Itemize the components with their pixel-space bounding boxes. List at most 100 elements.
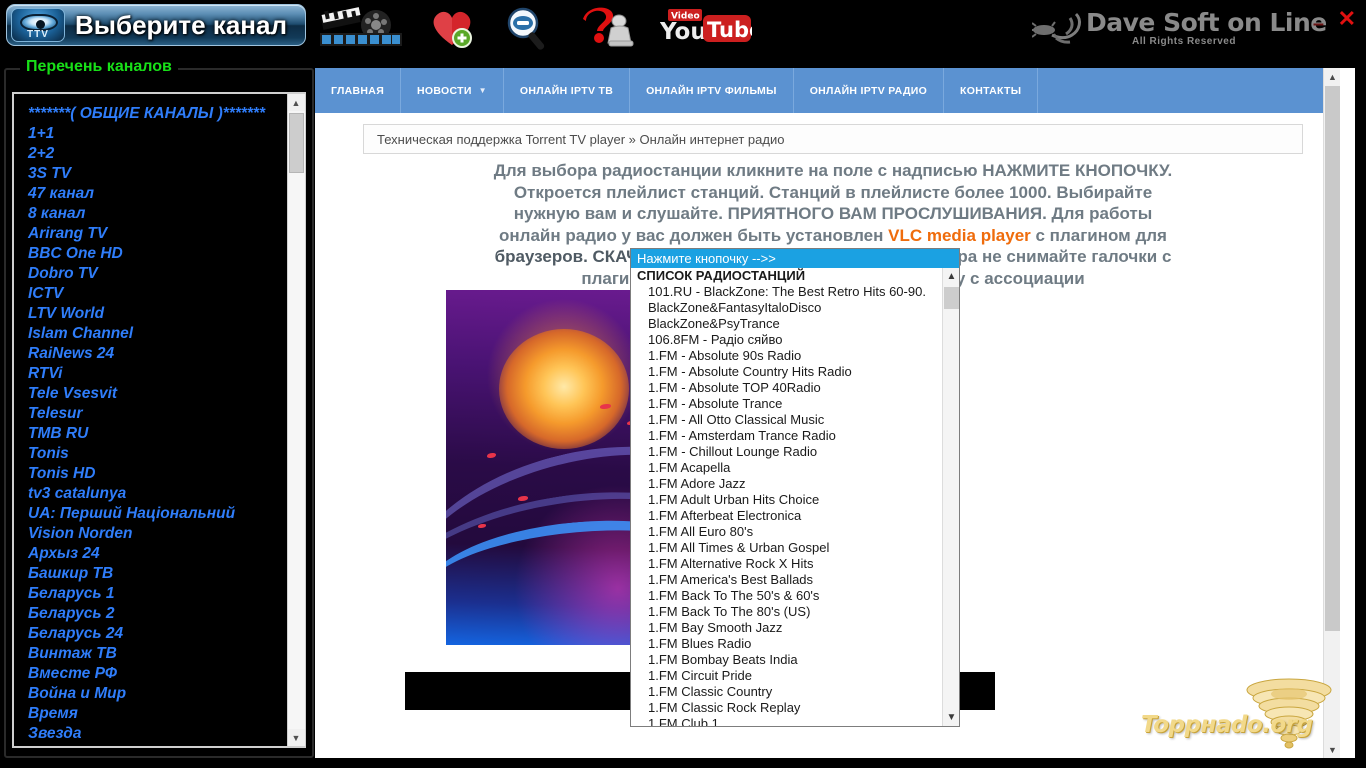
channel-item[interactable]: Беларусь 24 (28, 624, 287, 644)
channel-item[interactable]: ICTV (28, 284, 287, 304)
youtube-icon[interactable]: You Video Tube (659, 5, 763, 51)
channel-item[interactable]: 1+1 (28, 124, 287, 144)
channel-item[interactable]: LTV World (28, 304, 287, 324)
channel-item[interactable]: tv3 catalunya (28, 484, 287, 504)
dropdown-option[interactable]: 1.FM Adore Jazz (637, 476, 942, 492)
film-reel-icon[interactable] (318, 5, 404, 51)
channel-item[interactable]: BBC One HD (28, 244, 287, 264)
heart-add-icon[interactable] (426, 5, 478, 51)
dropdown-option[interactable]: 1.FM - Absolute TOP 40Radio (637, 380, 942, 396)
dropdown-option[interactable]: 101.RU - BlackZone: The Best Retro Hits … (637, 284, 942, 300)
dropdown-scroll-thumb[interactable] (944, 287, 959, 309)
channel-item[interactable]: 8 канал (28, 204, 287, 224)
dropdown-option[interactable]: 1.FM - Absolute Country Hits Radio (637, 364, 942, 380)
intro-line-2: Откроется плейлист станций. Станций в пл… (513, 182, 1153, 202)
channel-item[interactable]: Vision Norden (28, 524, 287, 544)
dropdown-option[interactable]: 1.FM Bombay Beats India (637, 652, 942, 668)
dropdown-option[interactable]: 1.FM - Chillout Lounge Radio (637, 444, 942, 460)
channel-item[interactable]: 3S TV (28, 164, 287, 184)
channel-item[interactable]: *******( ОБЩИЕ КАНАЛЫ )******* (28, 104, 287, 124)
channel-item[interactable]: Звезда (28, 724, 287, 744)
brand-logo: Dave Soft on Line All Rights Reserved (1028, 2, 1327, 54)
dropdown-option[interactable]: 1.FM - Absolute Trance (637, 396, 942, 412)
page-scroll-up-icon[interactable]: ▲ (1324, 68, 1341, 85)
dropdown-option[interactable]: 1.FM - Absolute 90s Radio (637, 348, 942, 364)
nav-item[interactable]: ОНЛАЙН IPTV РАДИО (794, 68, 945, 113)
channel-item[interactable]: Время (28, 704, 287, 724)
ttv-logo-text: TTV (27, 29, 49, 40)
dropdown-option[interactable]: 1.FM America's Best Ballads (637, 572, 942, 588)
channel-item[interactable]: Вместе РФ (28, 664, 287, 684)
channel-scroll-track[interactable] (287, 111, 305, 729)
channel-list-scrollbar[interactable]: ▲ ▼ (287, 94, 305, 746)
dropdown-option[interactable]: 1.FM Classic Country (637, 684, 942, 700)
channel-list[interactable]: *******( ОБЩИЕ КАНАЛЫ )******* 1+1 2+2 3S T… (14, 94, 287, 746)
dropdown-option[interactable]: 1.FM Back To The 50's & 60's (637, 588, 942, 604)
channel-item[interactable]: Tele Vsesvit (28, 384, 287, 404)
left-black-gutter (0, 58, 4, 768)
minimize-button[interactable]: – (1313, 14, 1324, 34)
nav-item[interactable]: ГЛАВНАЯ (315, 68, 402, 113)
intro-line-3: нужную вам и слушайте. ПРИЯТНОГО ВАМ ПРО… (513, 204, 1153, 223)
nav-item[interactable]: ОНЛАЙН IPTV ФИЛЬМЫ (630, 68, 794, 113)
channel-scroll-thumb[interactable] (288, 113, 304, 173)
nav-item-label: ОНЛАЙН IPTV РАДИО (809, 84, 928, 97)
dropdown-scroll-down-icon[interactable]: ▼ (943, 709, 959, 726)
channel-item[interactable]: Архыз 24 (28, 544, 287, 564)
svg-text:You: You (660, 19, 707, 45)
close-button[interactable]: ✕ (1338, 8, 1356, 30)
page-scroll-thumb[interactable] (1325, 86, 1340, 631)
channel-item[interactable]: Война и Мир (28, 684, 287, 704)
dropdown-scroll-up-icon[interactable]: ▲ (943, 268, 959, 285)
dropdown-scrollbar[interactable]: ▲ ▼ (942, 268, 959, 726)
dropdown-option[interactable]: 1.FM Blues Radio (637, 636, 942, 652)
vlc-player-link[interactable]: VLC media player (888, 226, 1031, 245)
channel-item[interactable]: TMB RU (28, 424, 287, 444)
channel-item[interactable]: 47 канал (28, 184, 287, 204)
channel-item[interactable]: Telesur (28, 404, 287, 424)
dropdown-option[interactable]: 1.FM Alternative Rock X Hits (637, 556, 942, 572)
channel-item[interactable]: Tonis HD (28, 464, 287, 484)
dropdown-option[interactable]: BlackZone&FantasyItaloDisco (637, 300, 942, 316)
dropdown-option[interactable]: 1.FM Adult Urban Hits Choice (637, 492, 942, 508)
search-minus-icon[interactable] (500, 5, 556, 51)
channel-item[interactable]: RaiNews 24 (28, 344, 287, 364)
dropdown-option[interactable]: 1.FM - All Otto Classical Music (637, 412, 942, 428)
channel-item[interactable]: Беларусь 2 (28, 604, 287, 624)
channel-item[interactable]: Tonis (28, 444, 287, 464)
intro-line-4-pre: онлайн радио у вас должен быть установле… (499, 225, 889, 245)
dropdown-option[interactable]: 1.FM Back To The 80's (US) (637, 604, 942, 620)
channel-item[interactable]: Dobro TV (28, 264, 287, 284)
dropdown-body: СПИСОК РАДИОСТАНЦИЙ 101.RU - BlackZone: T… (631, 268, 959, 726)
page-scroll-down-icon[interactable]: ▼ (1324, 741, 1341, 758)
channel-item[interactable]: Башкир ТВ (28, 564, 287, 584)
dropdown-option[interactable]: 1.FM Club 1 (637, 716, 942, 726)
channel-item[interactable]: Islam Channel (28, 324, 287, 344)
dropdown-option[interactable]: 1.FM All Times & Urban Gospel (637, 540, 942, 556)
dropdown-option[interactable]: 1.FM Bay Smooth Jazz (637, 620, 942, 636)
scroll-up-icon[interactable]: ▲ (287, 94, 305, 111)
help-question-icon[interactable] (578, 5, 638, 51)
dropdown-option[interactable]: BlackZone&PsyTrance (637, 316, 942, 332)
channel-item[interactable]: Беларусь 1 (28, 584, 287, 604)
dropdown-option[interactable]: 1.FM - Amsterdam Trance Radio (637, 428, 942, 444)
radio-station-dropdown[interactable]: Нажмите кнопочку -->> СПИСОК РАДИОСТАНЦИ… (630, 248, 960, 727)
channel-item[interactable]: UA: Перший Національний (28, 504, 287, 524)
dropdown-option-list[interactable]: СПИСОК РАДИОСТАНЦИЙ 101.RU - BlackZone: T… (631, 268, 942, 726)
dropdown-option[interactable]: 1.FM All Euro 80's (637, 524, 942, 540)
dropdown-option[interactable]: 1.FM Acapella (637, 460, 942, 476)
dropdown-selected-value[interactable]: Нажмите кнопочку -->> (631, 249, 959, 268)
dropdown-option[interactable]: 106.8FM - Радіо сяйво (637, 332, 942, 348)
scroll-down-icon[interactable]: ▼ (287, 729, 305, 746)
page-scrollbar[interactable]: ▲ ▼ (1323, 68, 1340, 758)
dropdown-option[interactable]: 1.FM Circuit Pride (637, 668, 942, 684)
channel-item[interactable]: RTVi (28, 364, 287, 384)
nav-item[interactable]: ОНЛАЙН IPTV ТВ (504, 68, 631, 113)
channel-item[interactable]: Arirang TV (28, 224, 287, 244)
dropdown-option[interactable]: 1.FM Afterbeat Electronica (637, 508, 942, 524)
nav-item[interactable]: КОНТАКТЫ (944, 68, 1039, 113)
dropdown-option[interactable]: 1.FM Classic Rock Replay (637, 700, 942, 716)
channel-item[interactable]: 2+2 (28, 144, 287, 164)
channel-item[interactable]: Винтаж ТВ (28, 644, 287, 664)
nav-item[interactable]: НОВОСТИ ▼ (401, 68, 504, 113)
